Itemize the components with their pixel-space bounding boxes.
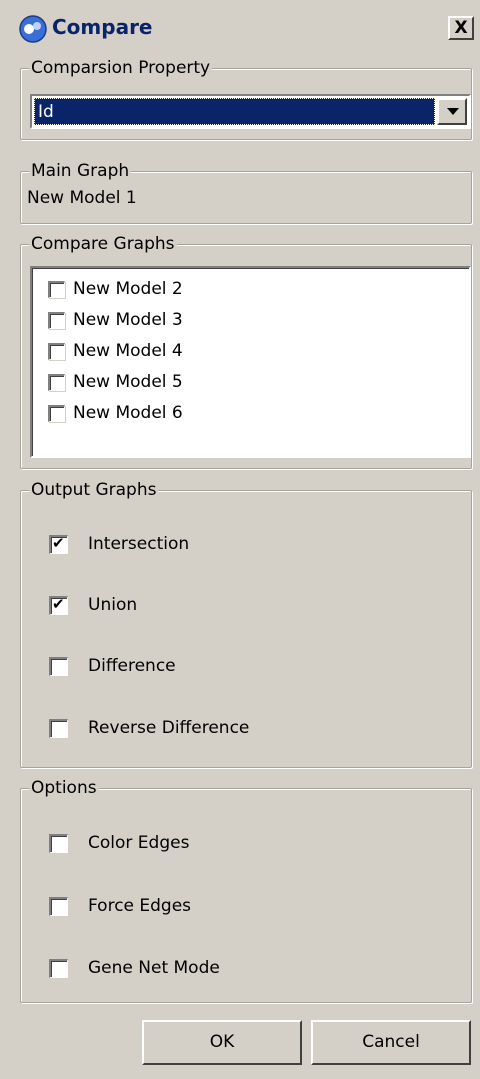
ok-button[interactable]: OK (142, 1020, 302, 1065)
gene-net-mode-checkbox[interactable] (49, 958, 68, 978)
list-item-label: New Model 5 (73, 372, 183, 392)
output-graphs-legend: Output Graphs (29, 479, 159, 501)
gene-net-mode-label: Gene Net Mode (88, 958, 220, 978)
union-option[interactable]: Union (49, 592, 137, 618)
difference-option[interactable]: Difference (49, 653, 176, 679)
list-item-label: New Model 2 (73, 279, 183, 299)
reverse-difference-label: Reverse Difference (88, 718, 250, 738)
intersection-label: Intersection (88, 534, 190, 554)
list-item[interactable]: New Model 5 (48, 369, 183, 395)
list-item[interactable]: New Model 6 (48, 400, 183, 426)
window-title: Compare (52, 15, 153, 39)
comparison-property-value: Id (34, 98, 435, 125)
title-bar: Compare X (0, 0, 480, 46)
list-item-label: New Model 3 (73, 310, 183, 330)
checkbox[interactable] (48, 373, 65, 391)
checkbox[interactable] (48, 280, 65, 298)
list-item-label: New Model 4 (73, 341, 183, 361)
intersection-checkbox[interactable] (49, 534, 68, 554)
main-graph-group: Main Graph New Model 1 (20, 160, 472, 224)
main-graph-legend: Main Graph (29, 160, 132, 182)
chevron-down-icon[interactable] (437, 98, 467, 125)
difference-checkbox[interactable] (49, 656, 68, 676)
force-edges-option[interactable]: Force Edges (49, 893, 191, 919)
gene-net-mode-option[interactable]: Gene Net Mode (49, 955, 220, 981)
list-item[interactable]: New Model 4 (48, 338, 183, 364)
close-button[interactable]: X (448, 16, 474, 40)
force-edges-checkbox[interactable] (49, 896, 68, 916)
reverse-difference-option[interactable]: Reverse Difference (49, 715, 249, 741)
color-edges-option[interactable]: Color Edges (49, 830, 189, 856)
checkbox[interactable] (48, 311, 65, 329)
comparison-property-legend: Comparsion Property (29, 57, 213, 79)
compare-graphs-legend: Compare Graphs (29, 233, 177, 255)
comparison-property-select[interactable]: Id (30, 94, 471, 129)
list-item-label: New Model 6 (73, 403, 183, 423)
color-edges-checkbox[interactable] (49, 833, 68, 853)
color-edges-label: Color Edges (88, 833, 190, 853)
intersection-option[interactable]: Intersection (49, 531, 189, 557)
union-label: Union (88, 595, 138, 615)
list-item[interactable]: New Model 2 (48, 276, 183, 302)
app-icon (19, 15, 47, 43)
cancel-button[interactable]: Cancel (311, 1020, 471, 1065)
checkbox[interactable] (48, 404, 65, 422)
union-checkbox[interactable] (49, 595, 68, 615)
compare-graphs-list[interactable]: New Model 2 New Model 3 New Model 4 New … (30, 266, 471, 458)
options-legend: Options (29, 777, 99, 799)
force-edges-label: Force Edges (88, 896, 192, 916)
checkbox[interactable] (48, 342, 65, 360)
list-item[interactable]: New Model 3 (48, 307, 183, 333)
reverse-difference-checkbox[interactable] (49, 718, 68, 738)
main-graph-value: New Model 1 (27, 188, 137, 208)
difference-label: Difference (88, 656, 176, 676)
